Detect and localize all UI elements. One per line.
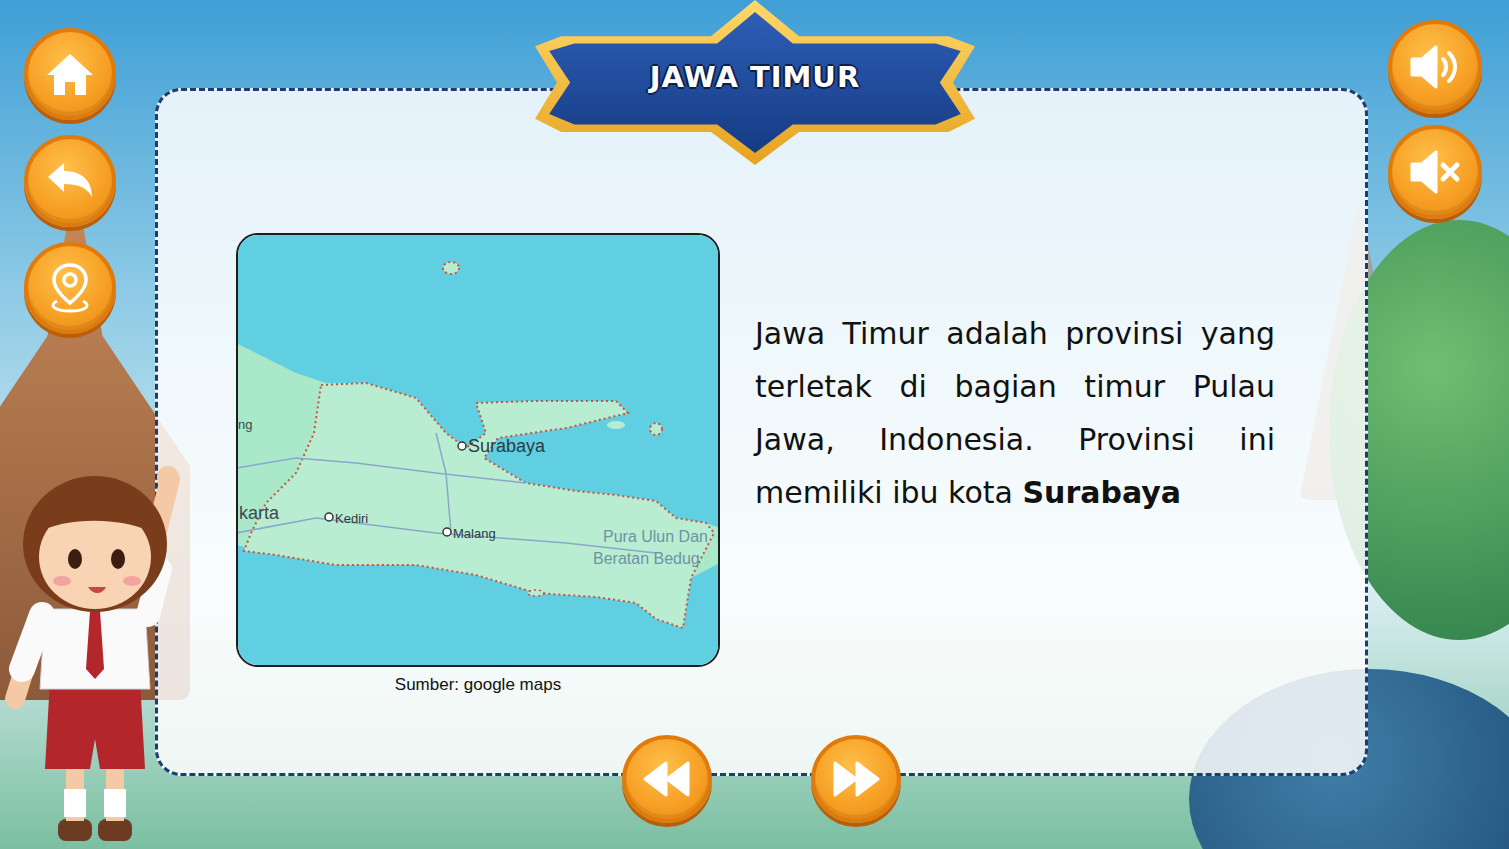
content-row: Surabaya Kediri Malang ng karta Pura Ulun Dan… bbox=[236, 233, 1345, 695]
home-button[interactable] bbox=[24, 28, 116, 120]
next-button[interactable] bbox=[811, 735, 901, 823]
student-figure-icon bbox=[0, 439, 200, 849]
rewind-icon bbox=[642, 759, 692, 799]
map-caption: Sumber: google maps bbox=[395, 673, 561, 695]
map-label: Pura Ulun Dan bbox=[603, 528, 708, 545]
map-label: Malang bbox=[453, 526, 496, 541]
location-pin-icon bbox=[47, 261, 93, 315]
description: Jawa Timur adalah provinsi yang terletak… bbox=[755, 307, 1275, 519]
forward-icon bbox=[831, 759, 881, 799]
city-dot-icon bbox=[325, 513, 333, 521]
map-label: Beratan Bedug bbox=[593, 550, 700, 567]
screen: Surabaya Kediri Malang ng karta Pura Ulun Dan… bbox=[0, 0, 1509, 849]
map-image: Surabaya Kediri Malang ng karta Pura Ulun Dan… bbox=[236, 233, 720, 667]
capital-name: Surabaya bbox=[1022, 475, 1181, 510]
map-label: Surabaya bbox=[468, 436, 546, 456]
map-label: ng bbox=[238, 417, 252, 432]
map-label: Kediri bbox=[335, 511, 368, 526]
speaker-icon bbox=[1408, 43, 1462, 91]
map-label: karta bbox=[239, 503, 280, 523]
back-button[interactable] bbox=[24, 135, 116, 227]
map: Surabaya Kediri Malang ng karta Pura Ulun Dan… bbox=[236, 233, 720, 667]
page-title: JAWA TIMUR bbox=[650, 60, 860, 94]
sound-on-button[interactable] bbox=[1388, 20, 1482, 114]
city-dot-icon bbox=[443, 528, 451, 536]
location-button[interactable] bbox=[24, 242, 116, 334]
map-column: Surabaya Kediri Malang ng karta Pura Ulun Dan… bbox=[236, 233, 720, 695]
content-card: Surabaya Kediri Malang ng karta Pura Ulun Dan… bbox=[155, 88, 1368, 776]
left-toolbar bbox=[24, 28, 116, 334]
right-toolbar bbox=[1388, 20, 1482, 219]
back-arrow-icon bbox=[44, 159, 96, 203]
speaker-mute-icon bbox=[1408, 148, 1462, 196]
mute-button[interactable] bbox=[1388, 125, 1482, 219]
pager bbox=[158, 735, 1365, 823]
city-dot-icon bbox=[458, 442, 466, 450]
student-character bbox=[0, 439, 200, 849]
home-icon bbox=[45, 51, 95, 97]
previous-button[interactable] bbox=[622, 735, 712, 823]
